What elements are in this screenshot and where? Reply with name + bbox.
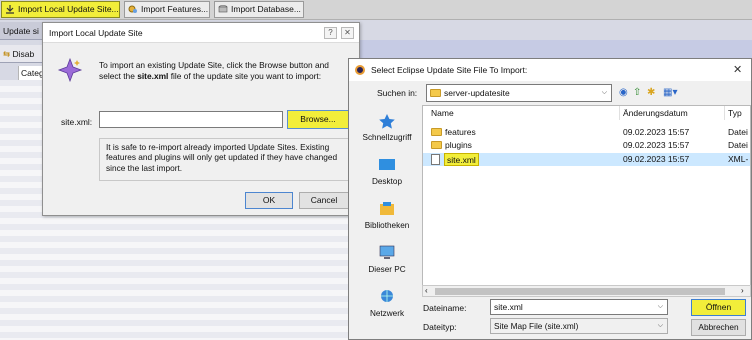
ok-button[interactable]: OK (245, 192, 293, 209)
column-header-date[interactable]: Änderungsdatum (623, 108, 688, 118)
file-type: XML- (728, 154, 749, 164)
place-label: Netzwerk (369, 309, 405, 318)
filename-input[interactable]: site.xml ⌵ (490, 299, 668, 315)
desktop-icon (379, 159, 395, 170)
filetype-value: Site Map File (site.xml) (494, 321, 579, 331)
category-column-header[interactable]: Categ (18, 66, 44, 80)
import-database-label: Import Database... (231, 4, 301, 14)
intro-text-end: file of the update site you want to impo… (168, 70, 322, 81)
intro-text-filename: site.xml (137, 70, 169, 81)
site-xml-input[interactable] (99, 111, 283, 128)
back-icon[interactable]: ◉ (619, 86, 628, 100)
scroll-right-icon[interactable]: › (741, 286, 744, 296)
libraries-icon (380, 202, 394, 215)
close-button[interactable]: ✕ (341, 27, 354, 39)
column-header-name[interactable]: Name (431, 108, 454, 118)
look-in-value: server-updatesite (444, 88, 510, 98)
network-icon (381, 290, 393, 302)
file-dialog-cancel-button[interactable]: Abbrechen (691, 319, 746, 336)
folder-icon (431, 128, 442, 136)
column-divider (619, 106, 620, 120)
file-dialog-close-button[interactable]: ✕ (733, 63, 742, 76)
import-icon (6, 5, 14, 14)
filename-label: Dateiname: (423, 303, 467, 313)
help-button[interactable]: ? (324, 27, 337, 39)
place-label: Schnellzugriff (362, 133, 412, 142)
import-features-button[interactable]: Import Features... (124, 1, 210, 18)
file-date: 09.02.2023 15:57 (623, 154, 690, 164)
file-date: 09.02.2023 15:57 (623, 140, 690, 150)
import-features-label: Import Features... (141, 4, 209, 14)
place-label: Dieser PC (368, 265, 406, 274)
eclipse-icon (355, 65, 365, 75)
site-xml-label: site.xml: (61, 117, 93, 127)
place-quick-access[interactable]: Schnellzugriff (355, 113, 419, 142)
chevron-down-icon: ⌵ (601, 89, 607, 96)
database-icon (218, 5, 228, 13)
dialog-title: Import Local Update Site (49, 28, 143, 38)
chevron-down-icon: ⌵ (657, 322, 663, 329)
sparkle-icon (57, 57, 83, 83)
file-dialog-title-bar: Select Eclipse Update Site File To Impor… (349, 59, 751, 81)
disable-label: Disab (12, 49, 35, 59)
features-icon (128, 5, 137, 13)
file-dialog-title: Select Eclipse Update Site File To Impor… (371, 65, 528, 75)
filetype-label: Dateityp: (423, 322, 457, 332)
file-type: Datei (728, 127, 748, 137)
star-icon (379, 114, 395, 129)
reimport-note: It is safe to re-import already imported… (99, 138, 349, 181)
up-folder-icon[interactable]: ⇧ (633, 86, 641, 100)
look-in-select[interactable]: server-updatesite ⌵ (426, 84, 612, 102)
new-folder-icon[interactable]: ✱ (647, 86, 655, 100)
column-divider (724, 106, 725, 120)
filetype-select[interactable]: Site Map File (site.xml) ⌵ (490, 318, 668, 334)
folder-icon (431, 141, 442, 149)
place-libraries[interactable]: Bibliotheken (355, 201, 419, 230)
file-type: Datei (728, 140, 748, 150)
dialog-intro-text: To import an existing Update Site, click… (99, 60, 349, 81)
place-network[interactable]: Netzwerk (355, 289, 419, 318)
places-bar: Schnellzugriff Desktop Bibliotheken Dies… (355, 105, 419, 325)
import-local-update-site-dialog: Import Local Update Site ? ✕ To import a… (42, 22, 360, 216)
open-button[interactable]: Öffnen (691, 299, 746, 316)
place-desktop[interactable]: Desktop (355, 157, 419, 186)
place-label: Bibliotheken (364, 221, 410, 230)
disable-button[interactable]: ⇆ Disab (0, 45, 48, 63)
place-this-pc[interactable]: Dieser PC (355, 245, 419, 274)
file-name: site.xml (444, 153, 479, 166)
horizontal-scrollbar[interactable]: ‹ › (422, 285, 751, 297)
view-menu-icon[interactable]: ▦▾ (663, 86, 677, 100)
file-chooser-dialog: Select Eclipse Update Site File To Impor… (348, 58, 752, 340)
import-database-button[interactable]: Import Database... (214, 1, 304, 18)
file-row-features[interactable]: features 09.02.2023 15:57 Datei (423, 126, 750, 139)
file-row-plugins[interactable]: plugins 09.02.2023 15:57 Datei (423, 139, 750, 152)
look-in-label: Suchen in: (377, 88, 418, 98)
navigation-icons: ◉ ⇧ ✱ ▦▾ (619, 86, 699, 100)
import-local-update-site-button[interactable]: Import Local Update Site... (1, 1, 120, 18)
scroll-left-icon[interactable]: ‹ (425, 286, 428, 296)
computer-icon (379, 245, 395, 259)
toolbar: Import Local Update Site... Import Featu… (0, 0, 752, 20)
file-name: plugins (445, 140, 472, 150)
file-row-site-xml[interactable]: site.xml 09.02.2023 15:57 XML- (423, 153, 750, 166)
browse-button[interactable]: Browse... (287, 110, 349, 129)
tab-update-sites[interactable]: Update si (0, 22, 48, 40)
xml-file-icon (431, 154, 440, 165)
filename-value: site.xml (494, 302, 523, 312)
place-label: Desktop (371, 177, 403, 186)
scrollbar-thumb[interactable] (435, 288, 725, 295)
chevron-down-icon[interactable]: ⌵ (658, 300, 663, 314)
file-date: 09.02.2023 15:57 (623, 127, 690, 137)
file-list: Name Änderungsdatum Typ features 09.02.2… (422, 105, 751, 289)
background-panel-header (360, 40, 752, 58)
folder-icon (430, 89, 441, 97)
import-local-label: Import Local Update Site... (18, 4, 119, 14)
dialog-title-bar: Import Local Update Site ? ✕ (43, 23, 359, 43)
file-name: features (445, 127, 476, 137)
column-header-type[interactable]: Typ (728, 108, 742, 118)
cancel-button[interactable]: Cancel (299, 192, 349, 209)
